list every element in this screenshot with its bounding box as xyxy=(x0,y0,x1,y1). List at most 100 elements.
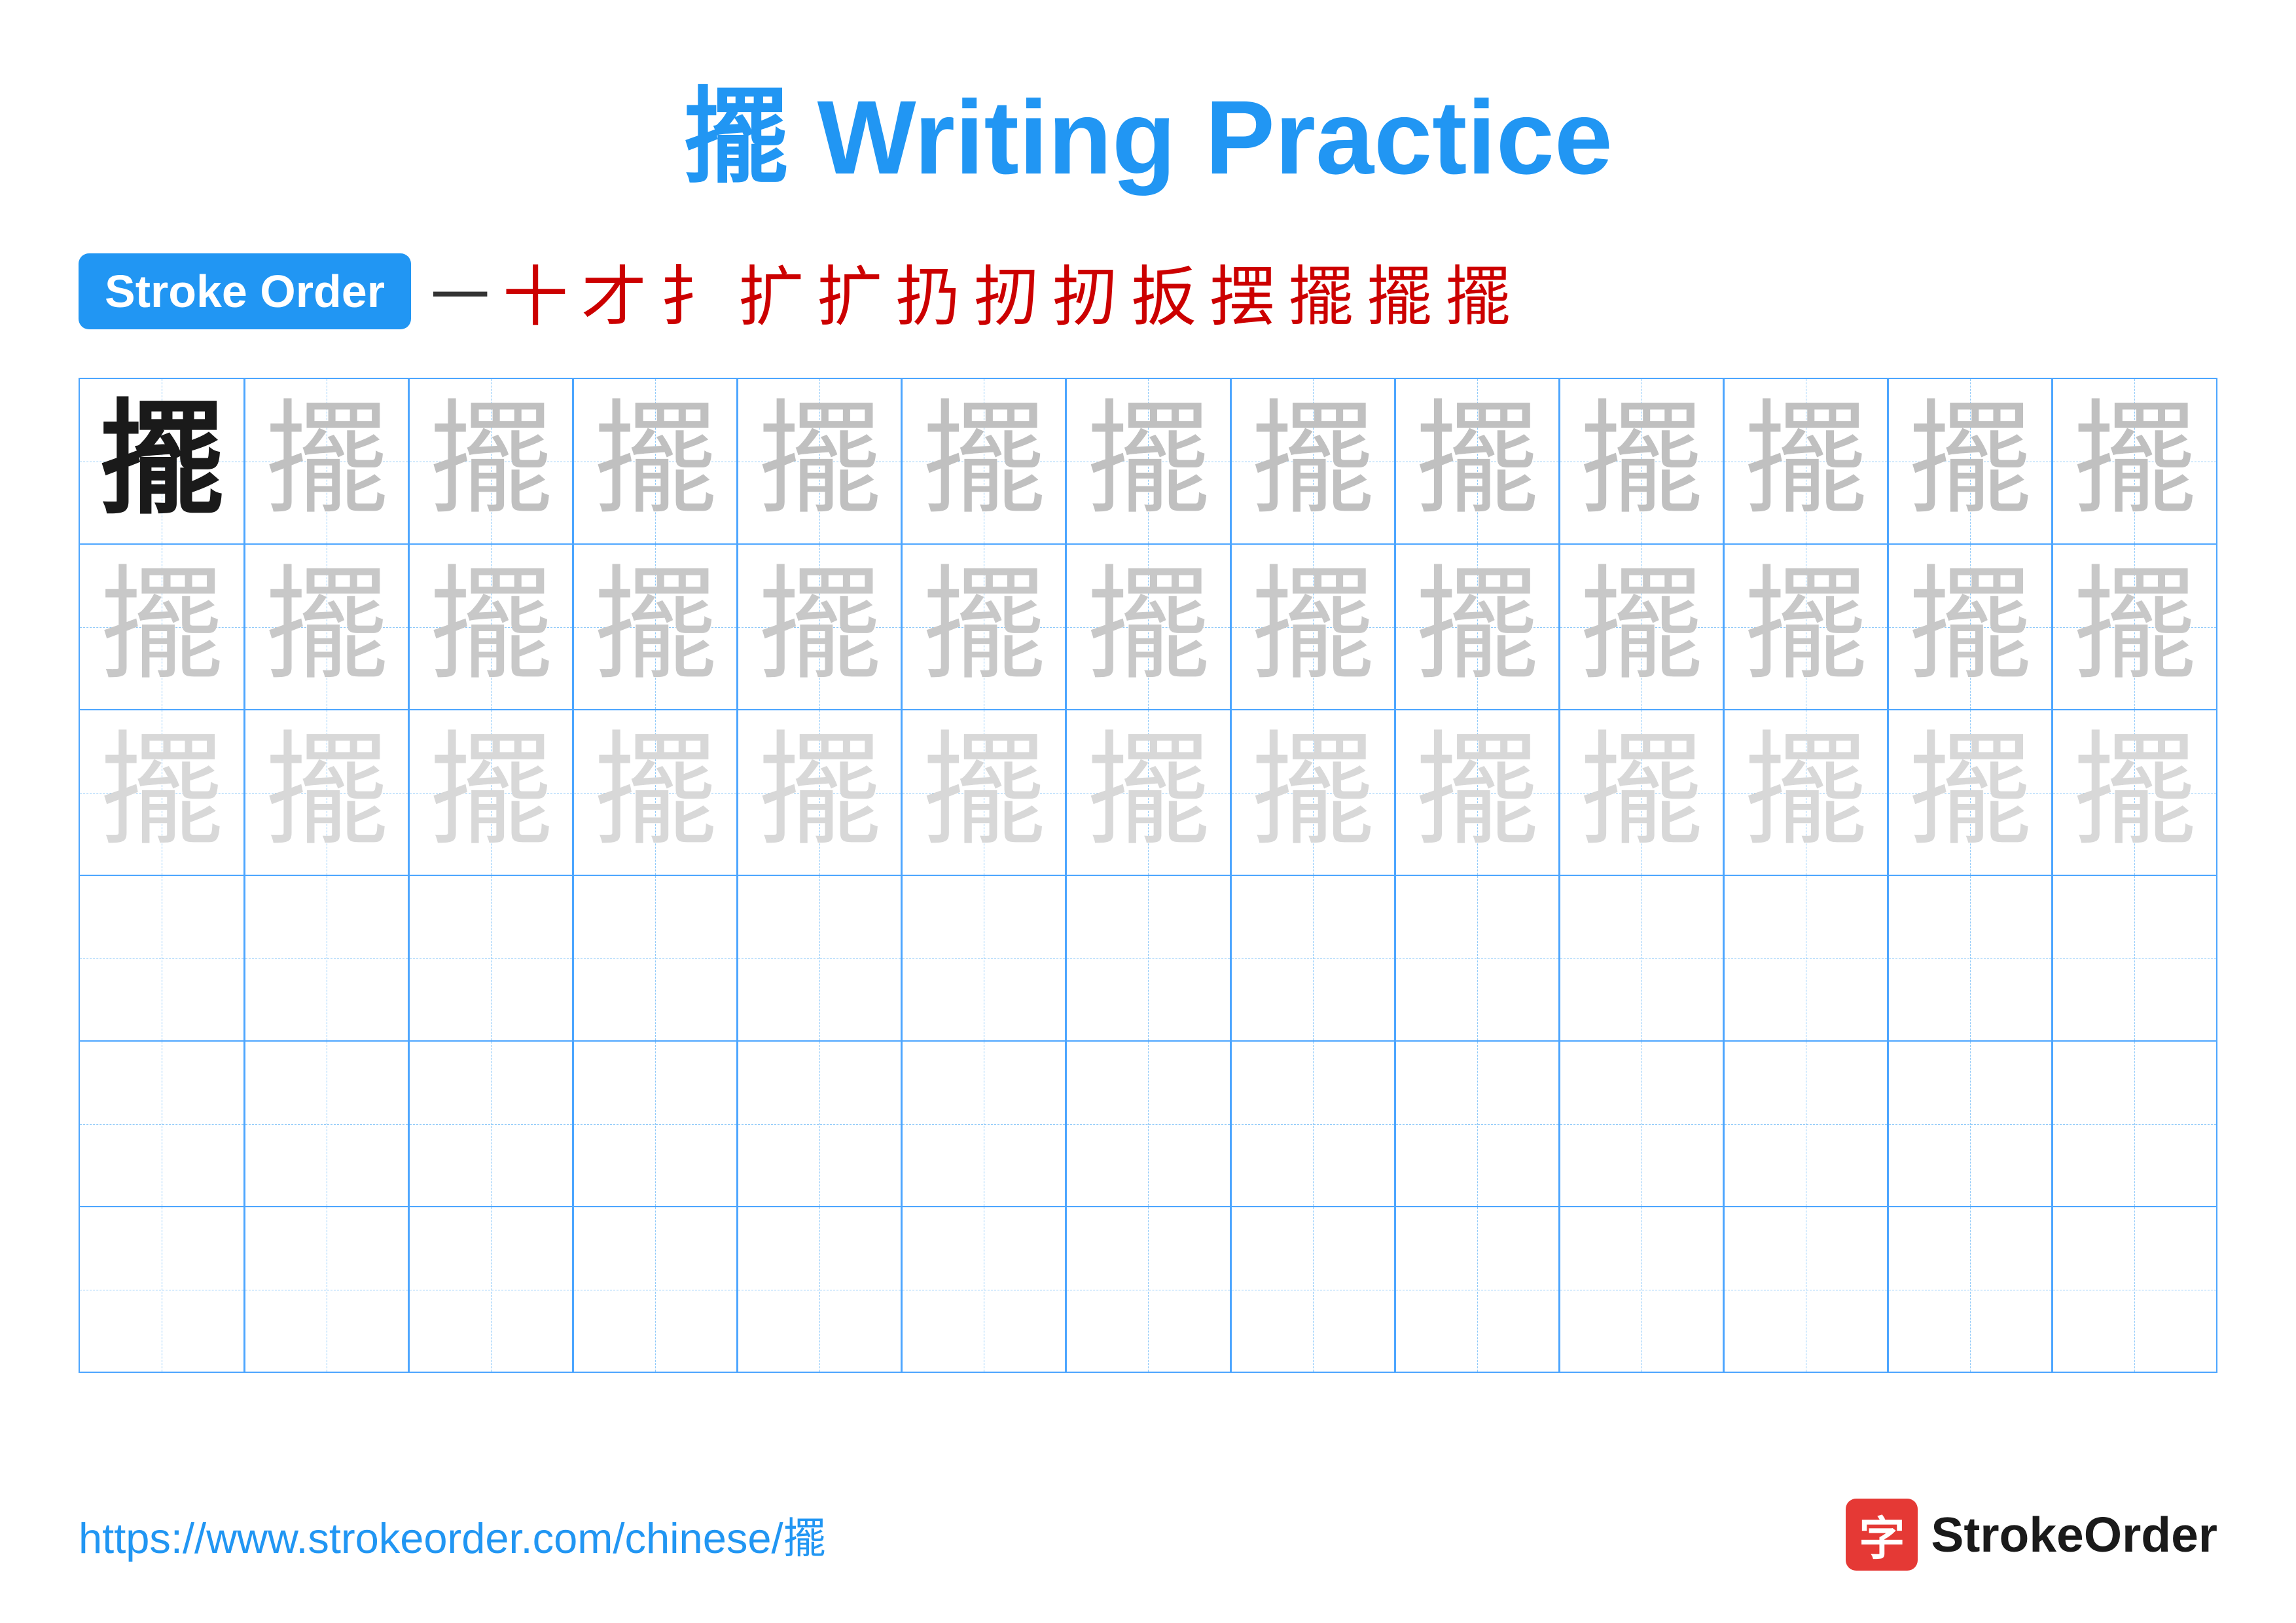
grid-cell-2-5: 擺 xyxy=(901,710,1066,875)
grid-cell-5-9 xyxy=(1559,1207,1723,1372)
grid-cell-4-1 xyxy=(244,1042,408,1206)
grid-cell-3-7 xyxy=(1230,876,1395,1040)
grid-cell-2-10: 擺 xyxy=(1723,710,1888,875)
cell-character: 擺 xyxy=(2072,399,2197,524)
grid-cell-2-8: 擺 xyxy=(1395,710,1559,875)
grid-cell-1-0: 擺 xyxy=(80,545,244,709)
grid-row-2: 擺擺擺擺擺擺擺擺擺擺擺擺擺 xyxy=(80,709,2216,875)
page: 擺 Writing Practice Stroke Order 一十才扌扩扩扔扨… xyxy=(0,0,2296,1623)
cell-character: 擺 xyxy=(1579,565,1704,689)
grid-cell-5-10 xyxy=(1723,1207,1888,1372)
cell-character: 擺 xyxy=(1086,399,1210,524)
grid-row-4 xyxy=(80,1040,2216,1206)
grid-row-0: 擺擺擺擺擺擺擺擺擺擺擺擺擺 xyxy=(80,379,2216,543)
grid-cell-3-1 xyxy=(244,876,408,1040)
footer: https://www.strokeorder.com/chinese/擺 字 … xyxy=(79,1499,2217,1571)
cell-character: 擺 xyxy=(757,399,882,524)
cell-character: 擺 xyxy=(1744,565,1868,689)
footer-url: https://www.strokeorder.com/chinese/擺 xyxy=(79,1504,826,1565)
grid-cell-4-0 xyxy=(80,1042,244,1206)
grid-cell-3-10 xyxy=(1723,876,1888,1040)
grid-cell-5-7 xyxy=(1230,1207,1395,1372)
grid-cell-5-5 xyxy=(901,1207,1066,1372)
grid-cell-0-3: 擺 xyxy=(573,379,737,543)
grid-cell-4-7 xyxy=(1230,1042,1395,1206)
stroke-order-badge: Stroke Order xyxy=(79,253,411,329)
grid-cell-5-8 xyxy=(1395,1207,1559,1372)
stroke-step-0: 一 xyxy=(431,249,490,334)
grid-cell-0-1: 擺 xyxy=(244,379,408,543)
grid-cell-5-6 xyxy=(1066,1207,1230,1372)
grid-cell-1-11: 擺 xyxy=(1888,545,2052,709)
grid-row-1: 擺擺擺擺擺擺擺擺擺擺擺擺擺 xyxy=(80,543,2216,709)
stroke-step-12: 擺 xyxy=(1367,244,1432,338)
cell-character: 擺 xyxy=(593,565,717,689)
grid-cell-2-9: 擺 xyxy=(1559,710,1723,875)
grid-cell-0-9: 擺 xyxy=(1559,379,1723,543)
logo-text: StrokeOrder xyxy=(1931,1506,2217,1563)
grid-cell-0-5: 擺 xyxy=(901,379,1066,543)
grid-cell-1-5: 擺 xyxy=(901,545,1066,709)
cell-character: 擺 xyxy=(1086,731,1210,855)
cell-character: 擺 xyxy=(1415,399,1539,524)
grid-cell-1-6: 擺 xyxy=(1066,545,1230,709)
grid-cell-1-2: 擺 xyxy=(408,545,573,709)
cell-character: 擺 xyxy=(99,399,224,524)
footer-logo: 字 StrokeOrder xyxy=(1846,1499,2217,1571)
stroke-step-10: 摆 xyxy=(1210,244,1275,338)
grid-cell-2-4: 擺 xyxy=(737,710,901,875)
stroke-step-1: 十 xyxy=(503,244,568,338)
cell-character: 擺 xyxy=(429,565,553,689)
grid-row-3 xyxy=(80,875,2216,1040)
cell-character: 擺 xyxy=(264,565,389,689)
cell-character: 擺 xyxy=(2072,565,2197,689)
grid-cell-1-12: 擺 xyxy=(2052,545,2216,709)
cell-character: 擺 xyxy=(757,565,882,689)
grid-cell-4-11 xyxy=(1888,1042,2052,1206)
cell-character: 擺 xyxy=(264,399,389,524)
grid-cell-3-3 xyxy=(573,876,737,1040)
grid-cell-4-5 xyxy=(901,1042,1066,1206)
stroke-step-5: 扩 xyxy=(817,244,882,338)
grid-cell-0-12: 擺 xyxy=(2052,379,2216,543)
stroke-step-3: 扌 xyxy=(660,244,725,338)
grid-cell-2-3: 擺 xyxy=(573,710,737,875)
grid-cell-4-8 xyxy=(1395,1042,1559,1206)
logo-icon: 字 xyxy=(1846,1499,1918,1571)
stroke-step-9: 扳 xyxy=(1131,244,1196,338)
stroke-step-2: 才 xyxy=(581,244,647,338)
grid-cell-3-2 xyxy=(408,876,573,1040)
cell-character: 擺 xyxy=(922,731,1046,855)
cell-character: 擺 xyxy=(593,731,717,855)
cell-character: 擺 xyxy=(429,731,553,855)
grid-cell-2-2: 擺 xyxy=(408,710,573,875)
stroke-step-11: 擺 xyxy=(1288,244,1354,338)
grid-cell-1-8: 擺 xyxy=(1395,545,1559,709)
practice-grid: 擺擺擺擺擺擺擺擺擺擺擺擺擺擺擺擺擺擺擺擺擺擺擺擺擺擺擺擺擺擺擺擺擺擺擺擺擺擺擺 xyxy=(79,378,2217,1373)
grid-cell-2-11: 擺 xyxy=(1888,710,2052,875)
grid-cell-3-5 xyxy=(901,876,1066,1040)
cell-character: 擺 xyxy=(593,399,717,524)
cell-character: 擺 xyxy=(99,565,224,689)
stroke-step-4: 扩 xyxy=(738,244,804,338)
grid-cell-2-12: 擺 xyxy=(2052,710,2216,875)
grid-cell-5-2 xyxy=(408,1207,573,1372)
stroke-step-7: 扨 xyxy=(974,244,1039,338)
cell-character: 擺 xyxy=(429,399,553,524)
cell-character: 擺 xyxy=(1744,399,1868,524)
grid-cell-4-3 xyxy=(573,1042,737,1206)
cell-character: 擺 xyxy=(1415,731,1539,855)
cell-character: 擺 xyxy=(1908,731,2032,855)
grid-cell-0-10: 擺 xyxy=(1723,379,1888,543)
stroke-step-13: 擺 xyxy=(1445,244,1511,338)
grid-cell-4-6 xyxy=(1066,1042,1230,1206)
stroke-step-6: 扔 xyxy=(895,244,961,338)
cell-character: 擺 xyxy=(1415,565,1539,689)
grid-cell-5-12 xyxy=(2052,1207,2216,1372)
grid-cell-4-4 xyxy=(737,1042,901,1206)
grid-cell-3-4 xyxy=(737,876,901,1040)
grid-cell-5-0 xyxy=(80,1207,244,1372)
cell-character: 擺 xyxy=(1579,731,1704,855)
grid-cell-4-10 xyxy=(1723,1042,1888,1206)
grid-cell-3-11 xyxy=(1888,876,2052,1040)
